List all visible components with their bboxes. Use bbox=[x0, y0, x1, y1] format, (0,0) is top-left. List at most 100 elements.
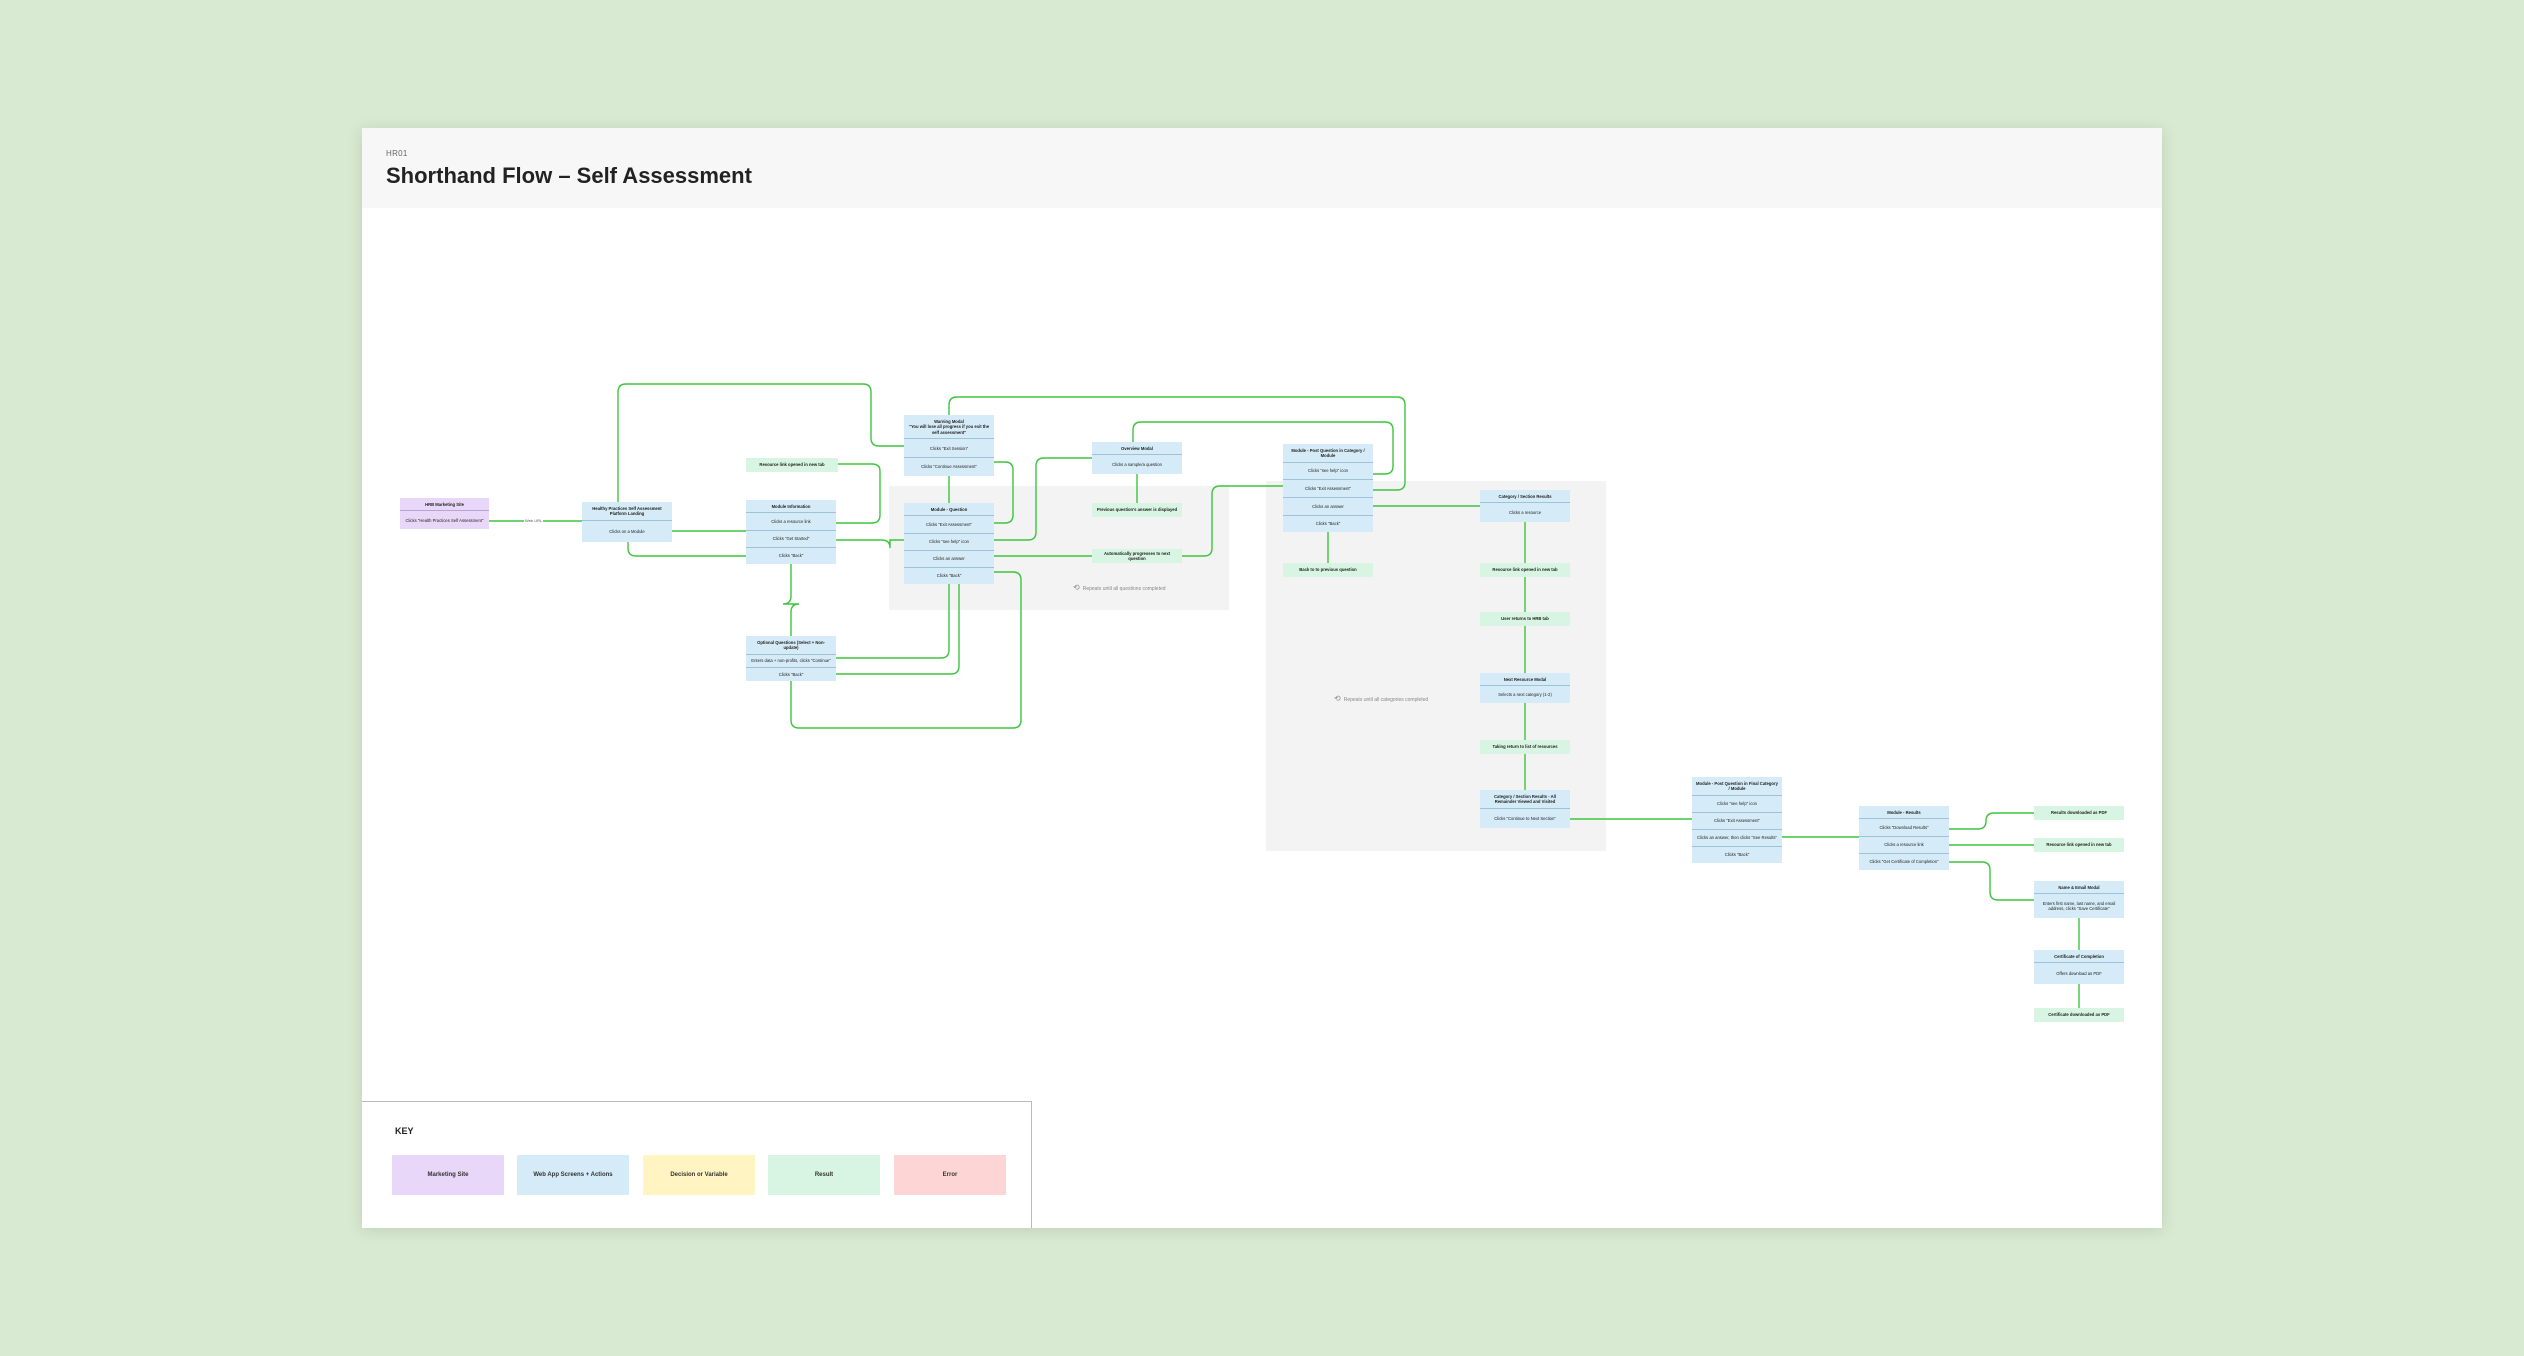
category-results-node[interactable]: Category / Section Results Clicks a reso… bbox=[1480, 490, 1570, 522]
node-action: Clicks a resource link bbox=[1859, 837, 1949, 854]
certificate-node[interactable]: Certificate of Completion Offers downloa… bbox=[2034, 950, 2124, 984]
node-title: Name & Email Modal bbox=[2034, 881, 2124, 895]
key-web-app-screens: Web App Screens + Actions bbox=[517, 1155, 629, 1195]
node-title: Healthy Practices Self Assessment Platfo… bbox=[582, 502, 672, 521]
node-title: Automatically progresses to next questio… bbox=[1103, 551, 1171, 562]
node-action: Clicks "Get Started" bbox=[746, 531, 836, 548]
flow-connectors bbox=[489, 383, 2080, 1008]
node-action: Clicks "Health Practices Self Assessment… bbox=[405, 517, 484, 523]
resource-opened-node[interactable]: Resource link opened in new tab bbox=[1480, 563, 1570, 577]
connector bbox=[836, 463, 881, 524]
connector bbox=[1949, 812, 2034, 830]
node-title: Certificate of Completion bbox=[2034, 950, 2124, 964]
node-title: Previous question's answer is displayed bbox=[1096, 507, 1178, 513]
connector bbox=[782, 564, 800, 636]
connector bbox=[617, 383, 905, 502]
node-action: Clicks a sample/a question bbox=[1112, 462, 1162, 467]
post-question-final-node[interactable]: Module - Post Question in Final Category… bbox=[1692, 777, 1782, 863]
node-action: Clicks "Exit Assessment" bbox=[904, 516, 994, 534]
results-pdf-node[interactable]: Results downloaded as PDF bbox=[2034, 806, 2124, 820]
node-action: Clicks an answer, then clicks "See Resul… bbox=[1692, 830, 1782, 847]
node-title: Back to to previous question bbox=[1299, 567, 1357, 573]
node-title: Overview Modal bbox=[1092, 442, 1182, 456]
key-error: Error bbox=[894, 1155, 1006, 1195]
node-action: Clicks "Back" bbox=[778, 672, 804, 677]
node-action: Enters data + non-profits, clicks "Conti… bbox=[746, 655, 836, 669]
resource-new-tab-node[interactable]: Resource link opened in new tab bbox=[746, 458, 838, 472]
taking-return-node[interactable]: Taking return to list of resources bbox=[1480, 740, 1570, 754]
node-title: Taking return to list of resources bbox=[1492, 744, 1558, 750]
certificate-pdf-node[interactable]: Certificate downloaded as PDF bbox=[2034, 1008, 2124, 1022]
node-action: Clicks "Download Results" bbox=[1859, 819, 1949, 837]
node-title: Module - Question bbox=[904, 503, 994, 517]
connector bbox=[1949, 861, 2034, 901]
node-title: Resource link opened in new tab bbox=[1492, 567, 1558, 573]
connector bbox=[994, 461, 1014, 524]
previous-answer-displayed-node[interactable]: Previous question's answer is displayed bbox=[1092, 503, 1182, 517]
canvas-frame: HR01 Shorthand Flow – Self Assessment ⟲ R… bbox=[362, 128, 2162, 1228]
node-title: Next Resource Modal bbox=[1480, 673, 1570, 687]
node-action: Clicks "Exit Assessment" bbox=[1283, 480, 1373, 498]
node-title: Module - Post Question in Final Category… bbox=[1692, 777, 1782, 796]
key-decision-variable: Decision or Variable bbox=[643, 1155, 755, 1195]
node-title: User returns to HRB tab bbox=[1501, 616, 1549, 622]
node-action: Clicks "Exit Assessment" bbox=[1692, 813, 1782, 830]
key-marketing-site: Marketing Site bbox=[392, 1155, 504, 1195]
warning-modal-node[interactable]: Warning Modal "You will lose all progres… bbox=[904, 415, 994, 476]
node-action: Clicks "Back" bbox=[936, 573, 962, 579]
node-action: Clicks "see help" icon bbox=[1692, 796, 1782, 813]
optional-questions-node[interactable]: Optional Questions (Select + Non-update)… bbox=[746, 636, 836, 681]
node-action: Enters first name, last name, and email … bbox=[2042, 900, 2116, 912]
overview-modal-node[interactable]: Overview Modal Clicks a sample/a questio… bbox=[1092, 442, 1182, 474]
node-action: Offers download as PDF bbox=[2056, 971, 2102, 976]
node-action: Clicks "Back" bbox=[778, 553, 804, 559]
auto-progress-node[interactable]: Automatically progresses to next questio… bbox=[1092, 549, 1182, 563]
name-email-modal-node[interactable]: Name & Email Modal Enters first name, la… bbox=[2034, 881, 2124, 918]
node-title: Resource link opened in new tab bbox=[2046, 842, 2112, 848]
node-title: Certificate downloaded as PDF bbox=[2048, 1012, 2110, 1018]
next-resource-modal-node[interactable]: Next Resource Modal Selects a next categ… bbox=[1480, 673, 1570, 703]
node-title: Category / Section Results bbox=[1480, 490, 1570, 504]
node-title: Module Information bbox=[746, 500, 836, 514]
node-action: Clicks "Continue to Next Section" bbox=[1494, 815, 1556, 821]
resource-opened-results-node[interactable]: Resource link opened in new tab bbox=[2034, 838, 2124, 852]
category-section-results-node[interactable]: Category / Section Results - All Remaind… bbox=[1480, 790, 1570, 828]
back-previous-question-node[interactable]: Back to to previous question bbox=[1283, 563, 1373, 577]
connector bbox=[836, 584, 950, 659]
node-title: Results downloaded as PDF bbox=[2050, 810, 2108, 816]
connector bbox=[994, 457, 1092, 541]
node-action: Clicks "Continue Assessment" bbox=[921, 464, 977, 470]
user-returns-node[interactable]: User returns to HRB tab bbox=[1480, 612, 1570, 626]
connector bbox=[836, 584, 960, 675]
marketing-site-node[interactable]: HRB Marketing Site Clicks "Health Practi… bbox=[400, 498, 489, 529]
post-question-module-node[interactable]: Module - Post Question in Category / Mod… bbox=[1283, 444, 1373, 532]
edge-label-web-url: Web URL bbox=[524, 518, 544, 523]
connector bbox=[627, 542, 746, 557]
landing-node[interactable]: Healthy Practices Self Assessment Platfo… bbox=[582, 502, 672, 542]
node-title: Optional Questions (Select + Non-update) bbox=[746, 636, 836, 655]
node-title: Module - Post Question in Category / Mod… bbox=[1283, 444, 1373, 463]
connector bbox=[1182, 485, 1283, 557]
key-panel: KEY Marketing Site Web App Screens + Act… bbox=[362, 1101, 1032, 1228]
key-title: KEY bbox=[395, 1126, 414, 1136]
node-action: Clicks "see help" icon bbox=[1283, 463, 1373, 481]
module-question-node[interactable]: Module - Question Clicks "Exit Assessmen… bbox=[904, 503, 994, 584]
node-action: Selects a next category (1-2) bbox=[1498, 692, 1552, 697]
connector bbox=[836, 539, 904, 549]
node-action: Clicks an answer bbox=[904, 551, 994, 568]
node-action: Clicks "Get Certificate of Completion" bbox=[1869, 859, 1939, 865]
node-title: Category / Section Results - All Remaind… bbox=[1480, 790, 1570, 809]
node-title: Resource link opened in new tab bbox=[759, 462, 825, 468]
node-title: Warning Modal "You will lose all progres… bbox=[904, 415, 994, 440]
module-results-node[interactable]: Module - Results Clicks "Download Result… bbox=[1859, 806, 1949, 870]
node-action: Clicks "see help" icon bbox=[904, 534, 994, 551]
node-action: Clicks "Back" bbox=[1724, 852, 1750, 858]
node-title: Module - Results bbox=[1859, 806, 1949, 820]
node-action: Clicks "Back" bbox=[1315, 521, 1341, 527]
key-result: Result bbox=[768, 1155, 880, 1195]
node-action: Clicks an answer bbox=[1283, 498, 1373, 516]
module-information-node[interactable]: Module Information Clicks a resource lin… bbox=[746, 500, 836, 564]
node-action: Clicks a resource bbox=[1508, 510, 1542, 515]
node-action: Clicks on a Module bbox=[609, 528, 645, 534]
node-title: HRB Marketing Site bbox=[400, 498, 489, 512]
